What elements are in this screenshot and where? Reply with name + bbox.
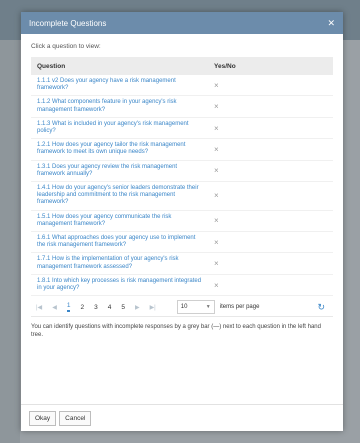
column-header-question: Question — [31, 57, 208, 75]
pagination-bar: |◀ ◀ 1 2 3 4 5 ▶ ▶| 10 ▼ items per page … — [31, 298, 333, 318]
incomplete-questions-dialog: Incomplete Questions ✕ Click a question … — [21, 12, 343, 431]
question-link[interactable]: 1.8.1 Into which key processes is risk m… — [31, 274, 208, 297]
footnote-text: You can identify questions with incomple… — [31, 324, 321, 339]
dialog-title: Incomplete Questions — [29, 18, 107, 28]
answer-cell: × — [208, 138, 333, 161]
next-page-button[interactable]: ▶ — [135, 304, 140, 311]
answer-cell: × — [208, 274, 333, 297]
table-row: 1.6.1 What approaches does your agency u… — [31, 231, 333, 254]
question-link[interactable]: 1.5.1 How does your agency communicate t… — [31, 210, 208, 233]
page-button-1[interactable]: 1 — [66, 302, 71, 313]
table-row: 1.1.3 What is included in your agency's … — [31, 117, 333, 140]
okay-button[interactable]: Okay — [29, 410, 57, 426]
table-header-row: Question Yes/No — [31, 57, 333, 75]
answer-cell: × — [208, 95, 333, 118]
first-page-button[interactable]: |◀ — [36, 304, 42, 311]
question-link[interactable]: 1.1.2 What components feature in your ag… — [31, 95, 208, 118]
answer-cell: × — [208, 160, 333, 183]
cancel-button[interactable]: Cancel — [59, 410, 92, 426]
question-link[interactable]: 1.3.1 Does your agency review the risk m… — [31, 160, 208, 183]
previous-page-button[interactable]: ◀ — [52, 304, 57, 311]
table-row: 1.2.1 How does your agency tailor the ri… — [31, 138, 333, 161]
question-link[interactable]: 1.4.1 How do your agency's senior leader… — [31, 181, 208, 211]
table-row: 1.7.1 How is the implementation of your … — [31, 252, 333, 275]
chevron-down-icon: ▼ — [205, 304, 211, 311]
table-row: 1.1.2 What components feature in your ag… — [31, 95, 333, 118]
page-button-5[interactable]: 5 — [121, 304, 125, 311]
answer-cell: × — [208, 117, 333, 140]
table-row: 1.8.1 Into which key processes is risk m… — [31, 274, 333, 297]
answer-cell: × — [208, 210, 333, 233]
questions-table: Question Yes/No 1.1.1 v2 Does your agenc… — [31, 57, 333, 297]
question-link[interactable]: 1.1.1 v2 Does your agency have a risk ma… — [31, 75, 208, 97]
background-sidebar — [0, 40, 20, 443]
question-link[interactable]: 1.1.3 What is included in your agency's … — [31, 117, 208, 140]
page-button-3[interactable]: 3 — [94, 304, 98, 311]
question-link[interactable]: 1.6.1 What approaches does your agency u… — [31, 231, 208, 254]
table-row: 1.1.1 v2 Does your agency have a risk ma… — [31, 75, 333, 97]
page-size-select[interactable]: 10 ▼ — [176, 300, 215, 315]
items-per-page-label: items per page — [219, 304, 260, 311]
question-link[interactable]: 1.7.1 How is the implementation of your … — [31, 252, 208, 275]
table-row: 1.5.1 How does your agency communicate t… — [31, 210, 333, 233]
dialog-footer: Okay Cancel — [21, 404, 343, 431]
instruction-text: Click a question to view: — [31, 43, 101, 50]
answer-cell: × — [208, 231, 333, 254]
page-button-2[interactable]: 2 — [80, 304, 84, 311]
answer-cell: × — [208, 181, 333, 211]
table-row: 1.3.1 Does your agency review the risk m… — [31, 160, 333, 183]
answer-cell: × — [208, 252, 333, 275]
last-page-button[interactable]: ▶| — [150, 304, 156, 311]
close-icon[interactable]: ✕ — [327, 18, 335, 29]
column-header-yes-no: Yes/No — [208, 57, 333, 75]
question-link[interactable]: 1.2.1 How does your agency tailor the ri… — [31, 138, 208, 161]
page-button-4[interactable]: 4 — [108, 304, 112, 311]
questions-table-body: 1.1.1 v2 Does your agency have a risk ma… — [31, 75, 333, 297]
dialog-header: Incomplete Questions ✕ — [21, 12, 343, 34]
dialog-body: Click a question to view: Question Yes/N… — [21, 34, 343, 339]
answer-cell: × — [208, 75, 333, 97]
table-row: 1.4.1 How do your agency's senior leader… — [31, 181, 333, 211]
refresh-icon[interactable]: ↻ — [317, 302, 325, 313]
page-size-value: 10 — [180, 304, 188, 311]
